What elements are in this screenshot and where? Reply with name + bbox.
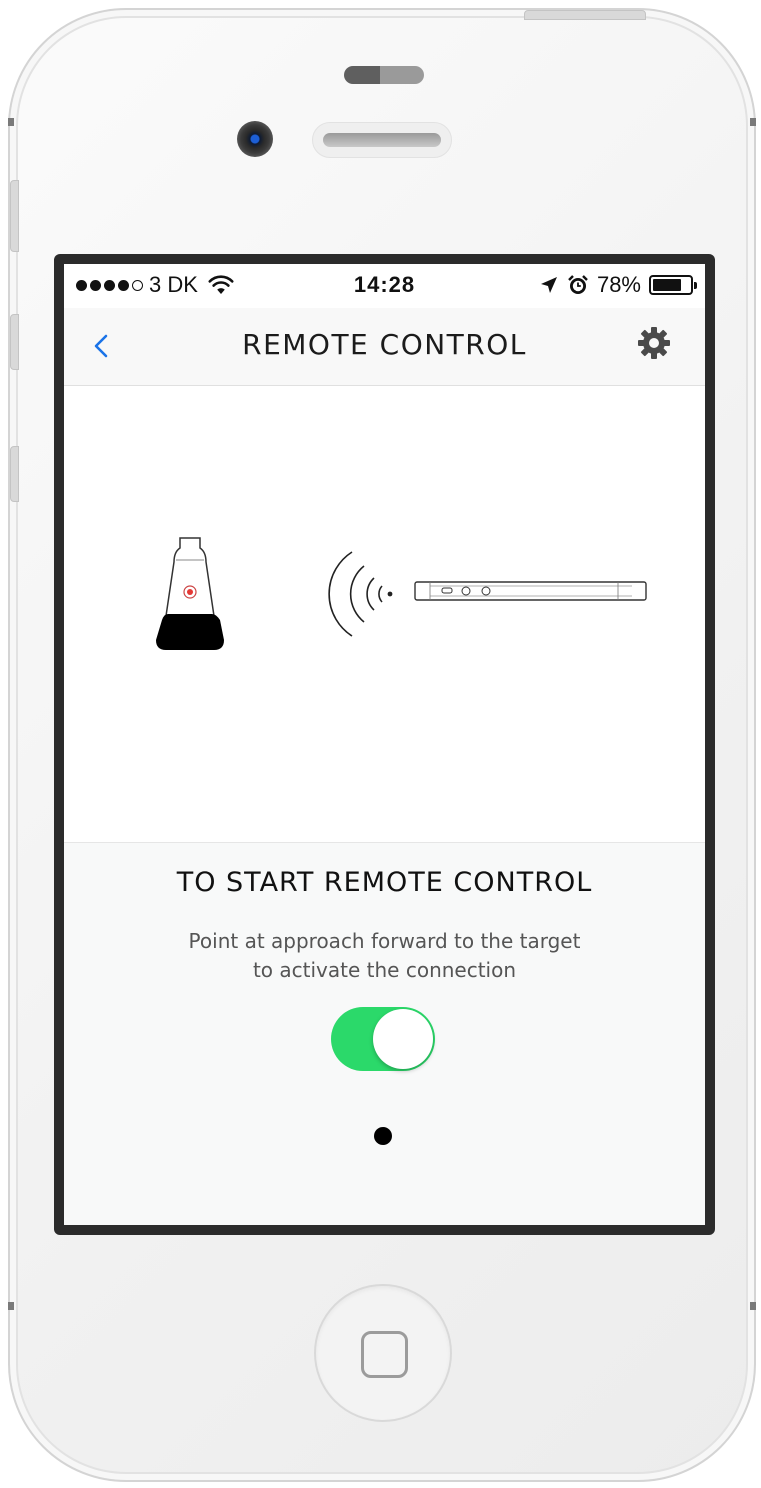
front-camera [237,121,273,157]
signal-waves-icon [328,551,393,637]
status-bar: 3 DK 14:28 78% [64,264,705,308]
laser-dot [187,589,193,595]
battery-percentage: 78% [596,272,641,297]
volume-up-button [10,314,19,370]
app-screen: 3 DK 14:28 78% REMOTE CONTROL TO START R… [64,264,705,1225]
home-square-icon [361,1331,408,1378]
remote-control-toggle[interactable] [331,1007,435,1071]
mute-switch [10,180,19,252]
battery-level [653,279,681,291]
instruction-title: TO START REMOTE CONTROL [176,867,593,898]
description-line-1: Point at approach forward to the target [188,929,581,953]
illustration-area [64,386,705,842]
status-right: 78% [539,272,697,298]
antenna-band [750,118,756,126]
instruction-description: Point at approach forward to the target … [64,927,705,985]
page-title: REMOTE CONTROL [242,328,527,361]
home-button[interactable] [314,1284,452,1422]
volume-down-button [10,446,19,502]
navigation-bar: REMOTE CONTROL [64,308,705,386]
earpiece-speaker [312,122,452,158]
antenna-band [8,1302,14,1310]
projector-device-illustration [156,537,224,650]
power-button [524,10,646,20]
page-indicator-dot [374,1127,392,1145]
antenna-band [8,118,14,126]
proximity-sensor [344,66,424,84]
gear-icon[interactable] [637,326,671,360]
alarm-clock-icon [568,275,588,294]
smartphone-side-illustration [414,581,647,601]
location-arrow-icon [540,277,557,293]
toggle-knob[interactable] [373,1009,433,1069]
instruction-panel: TO START REMOTE CONTROL Point at approac… [64,842,705,1225]
description-line-2: to activate the connection [252,958,517,982]
battery-icon [649,275,697,295]
antenna-band [750,1302,756,1310]
